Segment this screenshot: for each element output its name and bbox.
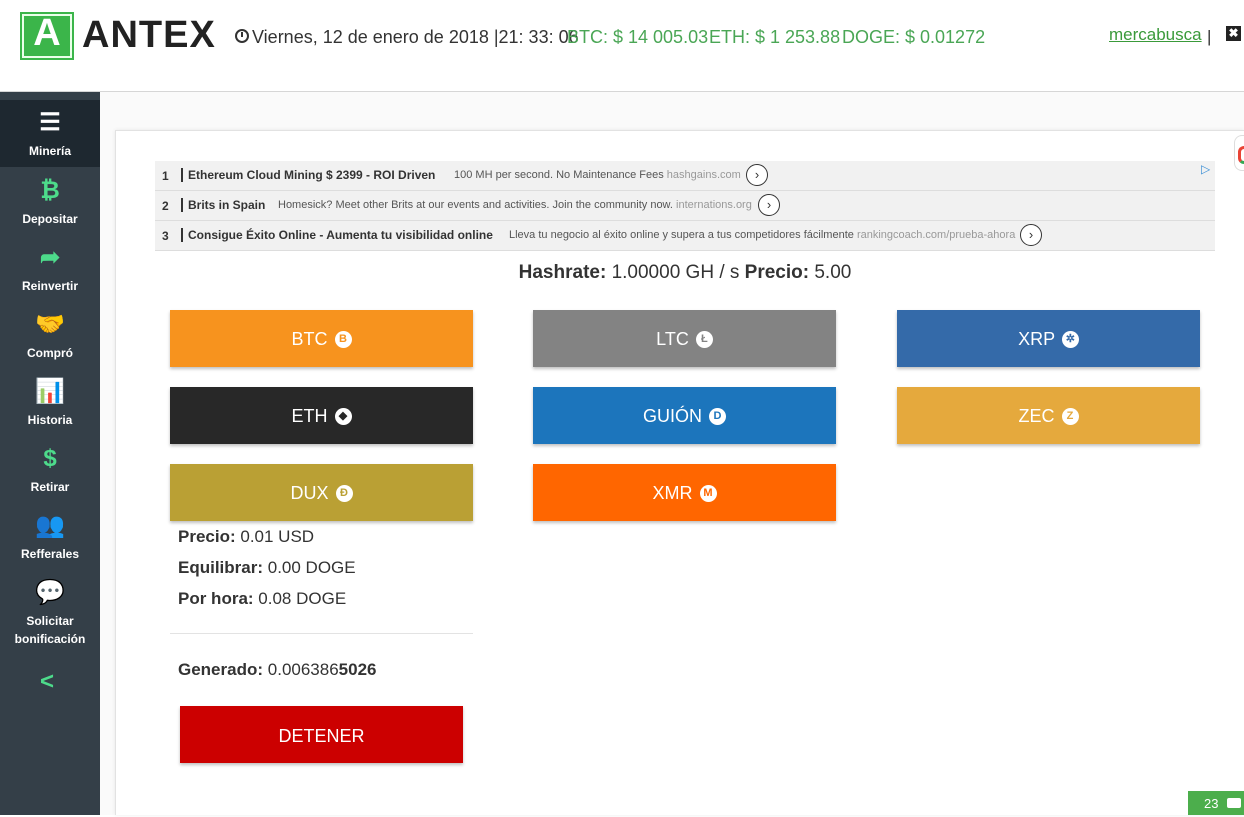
chat-bubble-icon bbox=[1227, 798, 1241, 808]
zcash-icon: Z bbox=[1061, 408, 1079, 425]
dogecoin-icon: Đ bbox=[335, 485, 353, 502]
bitcoin-icon: ₿ bbox=[40, 177, 60, 204]
dollar-icon: $ bbox=[43, 445, 57, 472]
datetime: Viernes, 12 de enero de 2018 |21: 33: 06 bbox=[252, 27, 579, 47]
coin-label: XMR bbox=[652, 483, 693, 503]
stat-generated-label: Generado: bbox=[178, 660, 264, 679]
coin-button-ltc[interactable]: LTC Ł bbox=[533, 310, 836, 367]
ad-description: Homesick? Meet other Brits at our events… bbox=[278, 199, 752, 211]
coin-label: GUIÓN bbox=[642, 406, 702, 426]
ad-title[interactable]: Consigue Éxito Online - Aumenta tu visib… bbox=[181, 228, 493, 242]
stat-balance: Equilibrar: 0.00 DOGE bbox=[178, 558, 356, 578]
list-icon: ☰ bbox=[39, 109, 61, 136]
ad-go-icon[interactable]: › bbox=[758, 194, 780, 216]
stop-mining-button[interactable]: DETENER bbox=[180, 706, 463, 763]
ad-description: 100 MH per second. No Maintenance Fees h… bbox=[454, 169, 741, 181]
coin-label: BTC bbox=[291, 329, 328, 349]
stat-hourly: Por hora: 0.08 DOGE bbox=[178, 589, 346, 609]
ad-title[interactable]: Brits in Spain bbox=[181, 198, 265, 212]
ad-go-icon[interactable]: › bbox=[746, 164, 768, 186]
collapse-sidebar-icon[interactable]: < bbox=[40, 668, 54, 696]
chat-icon: 💬 bbox=[35, 579, 65, 606]
ethereum-icon: ◆ bbox=[334, 408, 352, 425]
coin-button-eth[interactable]: ETH ◆ bbox=[170, 387, 473, 444]
ad-number: 2 bbox=[162, 199, 169, 213]
ad-go-icon[interactable]: › bbox=[1020, 224, 1042, 246]
coin-label: XRP bbox=[1018, 329, 1055, 349]
ticker-eth: ETH: $ 1 253.88 bbox=[709, 27, 841, 47]
hashrate-label: Hashrate: bbox=[518, 262, 607, 283]
ticker-doge: DOGE: $ 0.01272 bbox=[842, 27, 986, 47]
coin-label: ZEC bbox=[1018, 406, 1055, 426]
adchoices-icon[interactable]: ▷ bbox=[1201, 162, 1210, 176]
stat-price-value: 0.01 USD bbox=[240, 527, 315, 546]
dash-icon: D bbox=[709, 408, 727, 425]
price-value: 5.00 bbox=[814, 262, 852, 283]
clock-icon bbox=[235, 29, 249, 43]
header-separator: | bbox=[1207, 27, 1212, 46]
ad-row[interactable]: 3 Consigue Éxito Online - Aumenta tu vis… bbox=[155, 221, 1215, 251]
hashrate-line: Hashrate: 1.00000 GH / s Precio: 5.00 bbox=[0, 262, 1244, 284]
price-label: Precio: bbox=[744, 262, 810, 283]
bar-chart-icon: 📊 bbox=[35, 378, 65, 405]
handshake-icon: 🤝 bbox=[35, 311, 65, 338]
stat-hourly-label: Por hora: bbox=[178, 589, 254, 608]
ad-number: 1 bbox=[162, 169, 169, 183]
coin-button-btc[interactable]: BTC B bbox=[170, 310, 473, 367]
ad-row[interactable]: 2 Brits in Spain Homesick? Meet other Br… bbox=[155, 191, 1215, 221]
monero-icon: M bbox=[699, 485, 717, 502]
ad-block: 1 Ethereum Cloud Mining $ 2399 - ROI Dri… bbox=[155, 161, 1215, 251]
coin-button-dash[interactable]: GUIÓN D bbox=[533, 387, 836, 444]
sidebar-item-label: Refferales bbox=[20, 547, 80, 561]
ripple-icon: ✲ bbox=[1061, 331, 1079, 348]
hashrate-value: 1.00000 GH / s bbox=[611, 262, 740, 283]
logo-letter: A bbox=[33, 12, 61, 54]
chat-widget[interactable]: 23 bbox=[1188, 791, 1244, 815]
sidebar-item-retirar[interactable]: $ Retirar bbox=[0, 436, 100, 503]
stat-generated: Generado: 0.0063865026 bbox=[178, 660, 377, 680]
sidebar-item-mineria[interactable]: ☰ Minería bbox=[0, 100, 100, 167]
coin-label: ETH bbox=[291, 406, 328, 426]
sidebar-item-label: Compró bbox=[27, 346, 73, 360]
coin-button-xmr[interactable]: XMR M bbox=[533, 464, 836, 521]
sidebar-item-label: Historia bbox=[27, 413, 73, 427]
coin-button-xrp[interactable]: XRP ✲ bbox=[897, 310, 1200, 367]
chat-count: 23 bbox=[1204, 796, 1219, 811]
sidebar-item-historia[interactable]: 📊 Historia bbox=[0, 369, 100, 436]
stat-balance-label: Equilibrar: bbox=[178, 558, 264, 577]
sidebar-item-label: Depositar bbox=[22, 212, 78, 226]
bitcoin-icon: B bbox=[334, 331, 352, 348]
stat-generated-value: 0.0063865026 bbox=[267, 660, 377, 679]
sidebar-item-refferales[interactable]: 👥 Refferales bbox=[0, 503, 100, 570]
top-header: A ANTEX Viernes, 12 de enero de 2018 |21… bbox=[0, 0, 1244, 92]
sidebar-item-label: Minería bbox=[28, 144, 71, 158]
ad-description: Lleva tu negocio al éxito online y super… bbox=[509, 229, 1016, 241]
stat-price: Precio: 0.01 USD bbox=[178, 527, 314, 547]
sidebar: ☰ Minería ₿ Depositar ➦ Reinvertir 🤝 Com… bbox=[0, 92, 100, 815]
stats-divider bbox=[170, 633, 473, 634]
users-icon: 👥 bbox=[35, 512, 65, 539]
username-link[interactable]: mercabusca bbox=[1109, 25, 1202, 45]
stat-balance-value: 0.00 DOGE bbox=[267, 558, 356, 577]
coin-button-zec[interactable]: ZEC Z bbox=[897, 387, 1200, 444]
sidebar-item-depositar[interactable]: ₿ Depositar bbox=[0, 168, 100, 235]
ad-row[interactable]: 1 Ethereum Cloud Mining $ 2399 - ROI Dri… bbox=[155, 161, 1215, 191]
litecoin-icon: Ł bbox=[695, 331, 713, 348]
coin-label: LTC bbox=[656, 329, 689, 349]
ad-title[interactable]: Ethereum Cloud Mining $ 2399 - ROI Drive… bbox=[181, 168, 435, 182]
sidebar-item-label: Solicitar bonificación bbox=[14, 614, 86, 646]
logo-text: ANTEX bbox=[82, 14, 216, 56]
antex-logo[interactable]: A bbox=[20, 12, 74, 60]
sidebar-item-compro[interactable]: 🤝 Compró bbox=[0, 302, 100, 369]
stat-price-label: Precio: bbox=[178, 527, 236, 546]
sidebar-item-bonificacion[interactable]: 💬 Solicitar bonificación bbox=[0, 570, 100, 650]
coin-button-dux[interactable]: DUX Đ bbox=[170, 464, 473, 521]
ticker-btc: BTC: $ 14 005.03 bbox=[567, 27, 709, 47]
coin-label: DUX bbox=[290, 483, 329, 503]
side-ad-logo-icon[interactable] bbox=[1234, 135, 1244, 171]
ad-number: 3 bbox=[162, 229, 169, 243]
sidebar-item-label: Retirar bbox=[30, 480, 70, 494]
logout-icon[interactable]: ✖ bbox=[1226, 26, 1241, 41]
stat-hourly-value: 0.08 DOGE bbox=[258, 589, 347, 608]
